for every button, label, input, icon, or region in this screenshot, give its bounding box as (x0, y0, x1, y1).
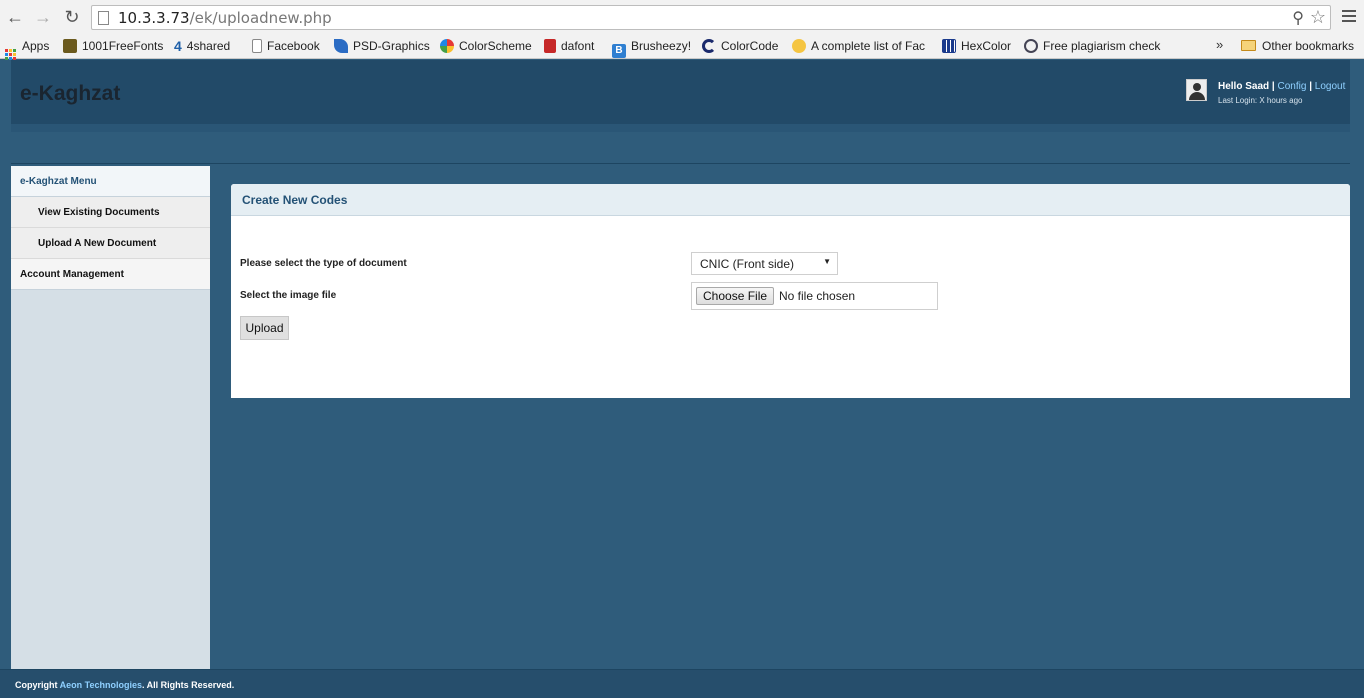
url-text[interactable]: 10.3.3.73/ek/uploadnew.php (118, 9, 332, 27)
chrome-menu-icon[interactable] (1342, 7, 1356, 27)
separator: | (1309, 81, 1313, 92)
bookmark-label: HexColor (961, 39, 1012, 53)
address-bar[interactable]: 10.3.3.73/ek/uploadnew.php ⚲ ☆ (91, 5, 1331, 30)
bookmark-brusheezy[interactable]: B Brusheezy! (612, 38, 692, 58)
bookmarks-bar: Apps 1001FreeFonts 4 4shared Facebook PSD… (0, 34, 1364, 60)
plagiarism-icon (1024, 39, 1038, 53)
bookmark-1001freefonts[interactable]: 1001FreeFonts (63, 38, 163, 55)
logout-link[interactable]: Logout (1315, 81, 1346, 92)
footer: Copyright Aeon Technologies. All Rights … (0, 669, 1364, 698)
4shared-icon: 4 (174, 38, 182, 54)
app-header: e-Kaghzat Hello Saad | Config | Logout L… (11, 60, 1350, 124)
user-greeting: Hello Saad (1218, 81, 1270, 92)
bookmark-psd-graphics[interactable]: PSD-Graphics (334, 38, 430, 55)
image-file-input[interactable]: Choose File No file chosen (691, 282, 938, 310)
bookmark-label: ColorScheme (459, 39, 532, 53)
psd-graphics-icon (334, 39, 348, 53)
zoom-icon[interactable]: ⚲ (1292, 8, 1304, 28)
bookmark-facebook-list[interactable]: A complete list of Fac (792, 38, 929, 55)
config-link[interactable]: Config (1278, 81, 1307, 92)
other-bookmarks[interactable]: Other bookmarks (1241, 38, 1354, 55)
browser-toolbar: ← → ↻ 10.3.3.73/ek/uploadnew.php ⚲ ☆ (0, 0, 1364, 34)
forward-icon[interactable]: → (33, 7, 53, 27)
url-path: /ek/uploadnew.php (189, 9, 332, 27)
copyright-prefix: Copyright (15, 680, 60, 690)
panel-title: Create New Codes (231, 184, 1350, 216)
sidebar-item-view-documents[interactable]: View Existing Documents (11, 197, 210, 228)
app-logo[interactable]: e-Kaghzat (20, 82, 120, 106)
doc-type-selected: CNIC (Front side) (700, 257, 795, 271)
apps-grid-icon (5, 49, 16, 60)
bookmark-dafont[interactable]: dafont (544, 38, 594, 55)
upload-button[interactable]: Upload (240, 316, 289, 340)
sidebar-item-upload-document[interactable]: Upload A New Document (11, 228, 210, 259)
header-band (11, 124, 1350, 132)
brusheezy-icon: B (612, 44, 626, 58)
sidebar-title: e-Kaghzat Menu (11, 166, 210, 197)
bookmark-apps[interactable]: Apps (5, 38, 50, 60)
bookmark-label: 1001FreeFonts (82, 39, 164, 53)
hexcolor-icon (942, 39, 956, 53)
user-info: Hello Saad | Config | Logout Last Login:… (1218, 81, 1345, 105)
bookmark-star-icon[interactable]: ☆ (1310, 7, 1326, 28)
image-file-label: Select the image file (240, 290, 337, 301)
1001freefonts-icon (63, 39, 77, 53)
sidebar-item-account-management[interactable]: Account Management (11, 259, 210, 290)
file-status: No file chosen (779, 289, 856, 303)
bookmark-label: ColorCode (721, 39, 779, 53)
page-icon (252, 39, 262, 53)
bookmark-colorcode[interactable]: ColorCode (702, 38, 778, 55)
bookmark-hexcolor[interactable]: HexColor (942, 38, 1011, 55)
smiley-icon (792, 39, 806, 53)
copyright-text: Copyright Aeon Technologies. All Rights … (15, 680, 234, 690)
bookmark-label: 4shared (186, 39, 231, 53)
url-host: 10.3.3.73 (118, 9, 190, 27)
company-link[interactable]: Aeon Technologies (60, 680, 142, 690)
dropdown-arrow-icon: ▼ (823, 257, 831, 266)
bookmarks-overflow-icon[interactable]: » (1216, 37, 1223, 52)
sidebar: e-Kaghzat Menu View Existing Documents U… (11, 166, 210, 669)
folder-icon (1241, 40, 1256, 51)
bookmark-colorscheme[interactable]: ColorScheme (440, 38, 532, 55)
other-bookmarks-label: Other bookmarks (1262, 39, 1355, 53)
bookmark-label: A complete list of Fac (811, 39, 926, 53)
back-icon[interactable]: ← (5, 7, 25, 27)
bookmark-plagiarism[interactable]: Free plagiarism check (1024, 38, 1161, 55)
dafont-icon (544, 39, 556, 53)
last-login: Last Login: X hours ago (1218, 96, 1303, 105)
bookmark-label: Facebook (267, 39, 320, 53)
bookmark-label: Free plagiarism check (1043, 39, 1161, 53)
bookmark-4shared[interactable]: 4 4shared (174, 38, 230, 55)
user-avatar-icon (1186, 79, 1207, 101)
page-icon (98, 11, 109, 25)
doc-type-label: Please select the type of document (240, 258, 407, 269)
colorcode-icon (702, 39, 716, 53)
bookmark-label: PSD-Graphics (353, 39, 430, 53)
bookmark-label: Apps (22, 39, 50, 53)
reload-icon[interactable]: ↻ (62, 7, 82, 27)
choose-file-button[interactable]: Choose File (696, 287, 775, 305)
bookmark-label: Brusheezy! (631, 39, 692, 53)
header-divider (11, 163, 1350, 164)
bookmark-facebook[interactable]: Facebook (252, 38, 320, 55)
colorscheme-icon (440, 39, 454, 53)
doc-type-select[interactable]: CNIC (Front side) ▼ (691, 252, 838, 275)
separator: | (1271, 81, 1275, 92)
create-codes-panel: Create New Codes Please select the type … (231, 184, 1350, 398)
bookmark-label: dafont (561, 39, 595, 53)
copyright-suffix: . All Rights Reserved. (142, 680, 235, 690)
